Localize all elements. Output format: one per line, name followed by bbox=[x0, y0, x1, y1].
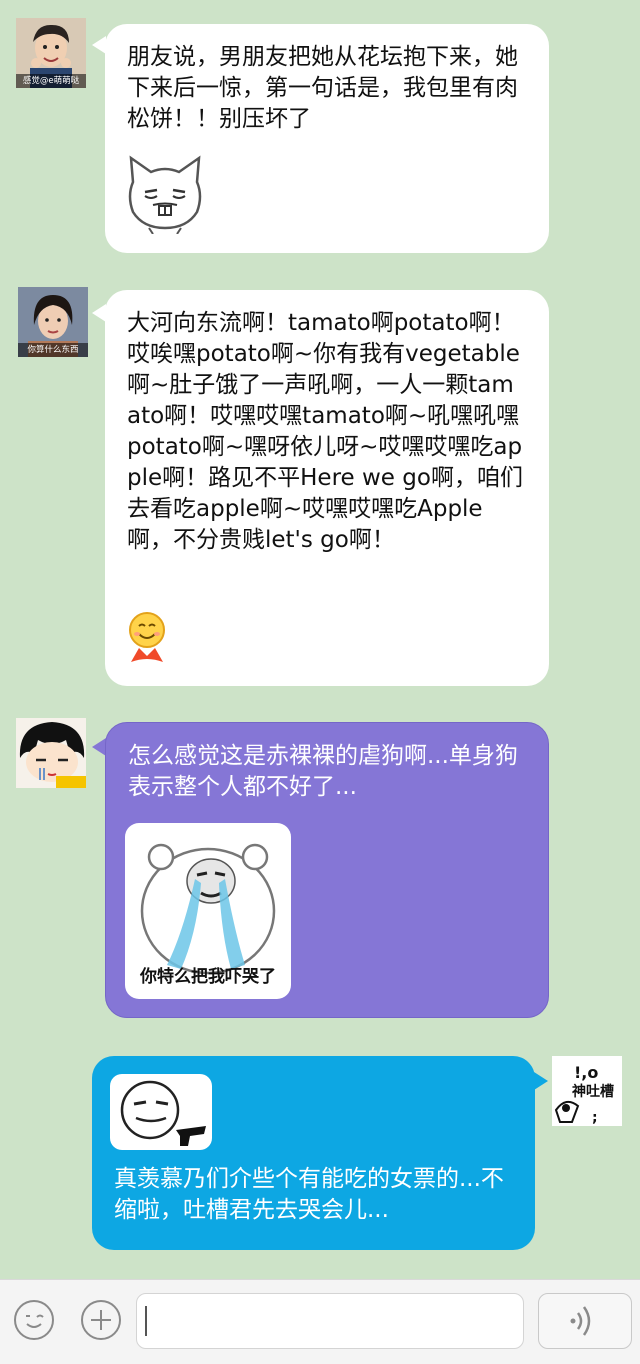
bubble-tail bbox=[92, 738, 106, 756]
voice-button[interactable] bbox=[538, 1293, 632, 1349]
sticker-caption: 你特么把我吓哭了 bbox=[140, 967, 276, 987]
avatar-user-2[interactable]: 你算什么东西 bbox=[18, 287, 88, 357]
input-bar bbox=[0, 1279, 640, 1364]
message-text: 真羡慕乃们介些个有能吃的女票的...不缩啦，吐槽君先去哭会儿... bbox=[114, 1166, 504, 1223]
message-text: 怎么感觉这是赤裸裸的虐狗啊...单身狗表示整个人都不好了... bbox=[128, 743, 518, 800]
plus-icon[interactable] bbox=[81, 1300, 121, 1340]
penguin-smiley-emoji[interactable] bbox=[125, 610, 169, 666]
emoji-face-icon bbox=[26, 1314, 44, 1328]
message-bubble[interactable]: 朋友说，男朋友把她从花坛抱下来，她下来后一惊，第一句话是，我包里有肉松饼！！别压… bbox=[105, 24, 549, 253]
cartoon-girl-icon bbox=[16, 718, 86, 788]
avatar-self[interactable]: !,o 神吐槽 ; bbox=[552, 1056, 622, 1126]
bubble-tail bbox=[92, 36, 106, 54]
message-input[interactable] bbox=[136, 1293, 524, 1349]
voice-icon bbox=[570, 1306, 591, 1336]
smirking-cat-sticker[interactable] bbox=[123, 152, 207, 234]
bubble-tail bbox=[92, 304, 106, 322]
emoji-icon[interactable] bbox=[14, 1300, 54, 1340]
avatar-caption: 你算什么东西 bbox=[18, 343, 88, 357]
text-cursor bbox=[145, 1306, 147, 1336]
message-bubble[interactable]: 怎么感觉这是赤裸裸的虐狗啊...单身狗表示整个人都不好了... 你特么把我吓哭了 bbox=[105, 722, 549, 1018]
smug-face-icon bbox=[120, 1080, 206, 1146]
avatar-caption-top: !,o bbox=[574, 1063, 598, 1082]
avatar-caption: 感觉@e萌萌哒 bbox=[16, 74, 86, 88]
tucao-avatar-icon: !,o 神吐槽 ; bbox=[552, 1056, 622, 1126]
message-text: 朋友说，男朋友把她从花坛抱下来，她下来后一惊，第一句话是，我包里有肉松饼！！别压… bbox=[127, 44, 518, 132]
crying-bear-sticker[interactable]: 你特么把我吓哭了 bbox=[125, 823, 291, 999]
message-bubble[interactable]: 真羡慕乃们介些个有能吃的女票的...不缩啦，吐槽君先去哭会儿... bbox=[92, 1056, 535, 1250]
svg-text:;: ; bbox=[592, 1110, 598, 1126]
smug-face-gun-sticker[interactable] bbox=[110, 1074, 212, 1150]
message-bubble[interactable]: 大河向东流啊！tamato啊potato啊！哎唉嘿potato啊~你有我有veg… bbox=[105, 290, 549, 686]
avatar-caption: 神吐槽 bbox=[572, 1083, 614, 1100]
bubble-tail bbox=[534, 1072, 548, 1090]
message-text: 大河向东流啊！tamato啊potato啊！哎唉嘿potato啊~你有我有veg… bbox=[127, 310, 523, 553]
avatar-user-1[interactable]: 感觉@e萌萌哒 bbox=[16, 18, 86, 88]
add-icon bbox=[91, 1310, 111, 1330]
avatar-user-3[interactable] bbox=[16, 718, 86, 788]
